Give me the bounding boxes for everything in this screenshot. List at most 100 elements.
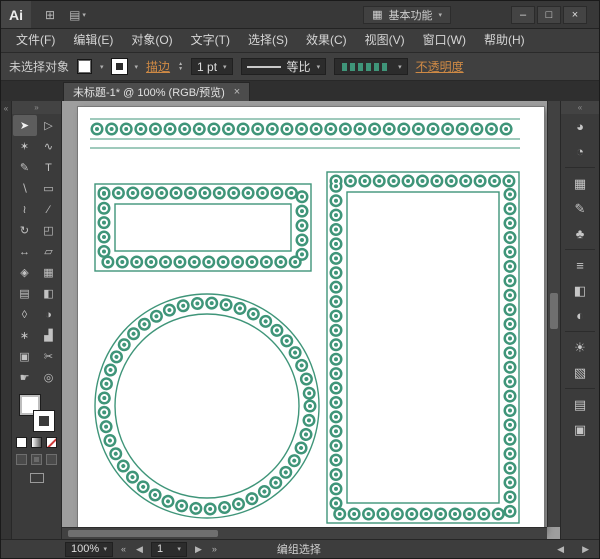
fill-color-swatch[interactable] — [77, 59, 92, 74]
color-guide-panel-icon[interactable]: ◔ — [566, 139, 594, 164]
lasso-tool[interactable]: ∿ — [37, 136, 61, 157]
tool-grid: ➤ ▷ ✶ ∿ ✎ T ∖ ▭ ≀ ∕ ↻ ◰ ↔ ▱ ◈ ▦ ▤ ◧ ◊ ◑ — [13, 115, 61, 388]
tab-close-icon[interactable]: × — [234, 86, 240, 98]
rect-frame-ornament[interactable] — [95, 184, 311, 271]
color-panel-icon[interactable]: ◕ — [566, 114, 594, 139]
vertical-scrollbar[interactable] — [547, 101, 560, 527]
artboard[interactable] — [78, 107, 544, 532]
column-graph-tool[interactable]: ▟ — [37, 325, 61, 346]
gradient-tool[interactable]: ◧ — [37, 283, 61, 304]
tall-frame-ornament[interactable] — [327, 172, 519, 523]
line-segment-tool[interactable]: ∖ — [13, 178, 37, 199]
paintbrush-tool[interactable]: ≀ — [13, 199, 37, 220]
symbols-panel-icon[interactable]: ♣ — [566, 221, 594, 246]
color-proxy-icon[interactable] — [16, 437, 27, 448]
horizontal-scrollbar-thumb[interactable] — [68, 530, 218, 537]
menu-item-file[interactable]: 文件(F) — [7, 29, 64, 52]
hand-tool[interactable]: ☛ — [13, 367, 37, 388]
width-tool[interactable]: ↔ — [13, 241, 37, 262]
collapse-dock-icon[interactable]: « — [4, 104, 8, 113]
artboard-number-field[interactable]: 1 ▾ — [151, 542, 187, 557]
type-tool[interactable]: T — [37, 157, 61, 178]
minimize-button[interactable]: – — [511, 6, 535, 24]
draw-inside-icon[interactable] — [46, 454, 57, 465]
canvas-area[interactable] — [62, 101, 560, 539]
status-bar: 100% ▾ « ◀ 1 ▾ ▶ » 编组选择 ◀ ▶ — [1, 539, 599, 558]
mesh-tool[interactable]: ▤ — [13, 283, 37, 304]
top-border-ornament[interactable] — [90, 119, 520, 148]
scale-tool[interactable]: ◰ — [37, 220, 61, 241]
zoom-level-select[interactable]: 100% ▾ — [65, 542, 113, 557]
appearance-panel-icon[interactable]: ☀ — [566, 335, 594, 360]
arrange-documents-icon[interactable]: ▤ ▾ — [69, 8, 86, 22]
menu-item-help[interactable]: 帮助(H) — [475, 29, 534, 52]
blend-tool[interactable]: ◑ — [37, 304, 61, 325]
tall-frame-beads-dot — [336, 181, 510, 514]
gradient-proxy-icon[interactable] — [31, 437, 42, 448]
bridge-icon[interactable]: ⊞ — [45, 8, 55, 22]
prev-artboard-button[interactable]: ◀ — [134, 544, 145, 555]
draw-behind-icon[interactable] — [31, 454, 42, 465]
symbol-sprayer-tool[interactable]: ∗ — [13, 325, 37, 346]
artboards-panel-icon[interactable]: ▣ — [566, 417, 594, 442]
gradient-panel-icon[interactable]: ◧ — [566, 278, 594, 303]
artboard-tool[interactable]: ▣ — [13, 346, 37, 367]
transparency-panel-icon[interactable]: ◐ — [566, 303, 594, 328]
free-transform-tool[interactable]: ▱ — [37, 241, 61, 262]
direct-selection-tool[interactable]: ▷ — [37, 115, 61, 136]
menu-item-view[interactable]: 视图(V) — [356, 29, 414, 52]
stroke-proxy-swatch[interactable] — [34, 411, 54, 431]
maximize-button[interactable]: □ — [537, 6, 561, 24]
pencil-tool[interactable]: ∕ — [37, 199, 61, 220]
stroke-profile-dropdown[interactable]: 等比 ▾ — [241, 58, 327, 75]
menu-item-type[interactable]: 文字(T) — [182, 29, 239, 52]
none-proxy-icon[interactable] — [46, 437, 57, 448]
close-button[interactable]: × — [563, 6, 587, 24]
window-controls: – □ × — [511, 6, 587, 24]
graphic-styles-panel-icon[interactable]: ▧ — [566, 360, 594, 385]
draw-normal-icon[interactable] — [16, 454, 27, 465]
zoom-tool[interactable]: ◎ — [37, 367, 61, 388]
stroke-weight-field[interactable]: 1 pt ▾ — [191, 58, 233, 75]
next-artboard-button[interactable]: ▶ — [193, 544, 204, 555]
chevron-down-icon[interactable]: ▾ — [135, 63, 139, 71]
perspective-grid-tool[interactable]: ▦ — [37, 262, 61, 283]
stroke-weight-stepper[interactable]: ▲ ▼ — [178, 62, 183, 72]
swatches-panel-icon[interactable]: ▦ — [566, 171, 594, 196]
menu-item-window[interactable]: 窗口(W) — [414, 29, 475, 52]
stepper-down-icon[interactable]: ▼ — [178, 67, 183, 72]
brush-definition-dropdown[interactable]: ▾ — [334, 58, 408, 75]
status-scroll-right-button[interactable]: ▶ — [580, 544, 591, 555]
selection-tool[interactable]: ➤ — [13, 115, 37, 136]
dock-expand-icon[interactable]: « — [561, 101, 599, 114]
opacity-panel-link[interactable]: 不透明度 — [416, 58, 464, 75]
eyedropper-tool[interactable]: ◊ — [13, 304, 37, 325]
horizontal-scrollbar[interactable] — [62, 527, 547, 539]
brushes-panel-icon[interactable]: ✎ — [566, 196, 594, 221]
rotate-tool[interactable]: ↻ — [13, 220, 37, 241]
document-tab[interactable]: 未标题-1* @ 100% (RGB/预览) × — [63, 82, 250, 101]
menu-item-object[interactable]: 对象(O) — [122, 29, 181, 52]
stroke-color-swatch[interactable] — [112, 59, 127, 74]
stroke-panel-icon[interactable]: ≡ — [566, 253, 594, 278]
layers-panel-icon[interactable]: ▤ — [566, 392, 594, 417]
vertical-scrollbar-thumb[interactable] — [550, 293, 558, 329]
menu-item-select[interactable]: 选择(S) — [239, 29, 297, 52]
magic-wand-tool[interactable]: ✶ — [13, 136, 37, 157]
pen-tool[interactable]: ✎ — [13, 157, 37, 178]
chevron-down-icon[interactable]: ▾ — [100, 63, 104, 71]
workspace-switcher[interactable]: ▦ 基本功能 ▾ — [363, 6, 451, 24]
screen-mode-icon[interactable] — [30, 473, 44, 483]
slice-tool[interactable]: ✂ — [37, 346, 61, 367]
first-artboard-button[interactable]: « — [119, 544, 128, 554]
stroke-panel-link[interactable]: 描边 — [146, 58, 170, 75]
rectangle-tool[interactable]: ▭ — [37, 178, 61, 199]
decorative-borders — [78, 107, 544, 532]
menu-item-effect[interactable]: 效果(C) — [297, 29, 356, 52]
shape-builder-tool[interactable]: ◈ — [13, 262, 37, 283]
status-scroll-left-button[interactable]: ◀ — [555, 544, 566, 555]
toolbar-collapse-icon[interactable]: » — [12, 101, 61, 114]
last-artboard-button[interactable]: » — [210, 544, 219, 554]
circle-frame-ornament[interactable] — [95, 294, 319, 518]
menu-item-edit[interactable]: 编辑(E) — [64, 29, 122, 52]
